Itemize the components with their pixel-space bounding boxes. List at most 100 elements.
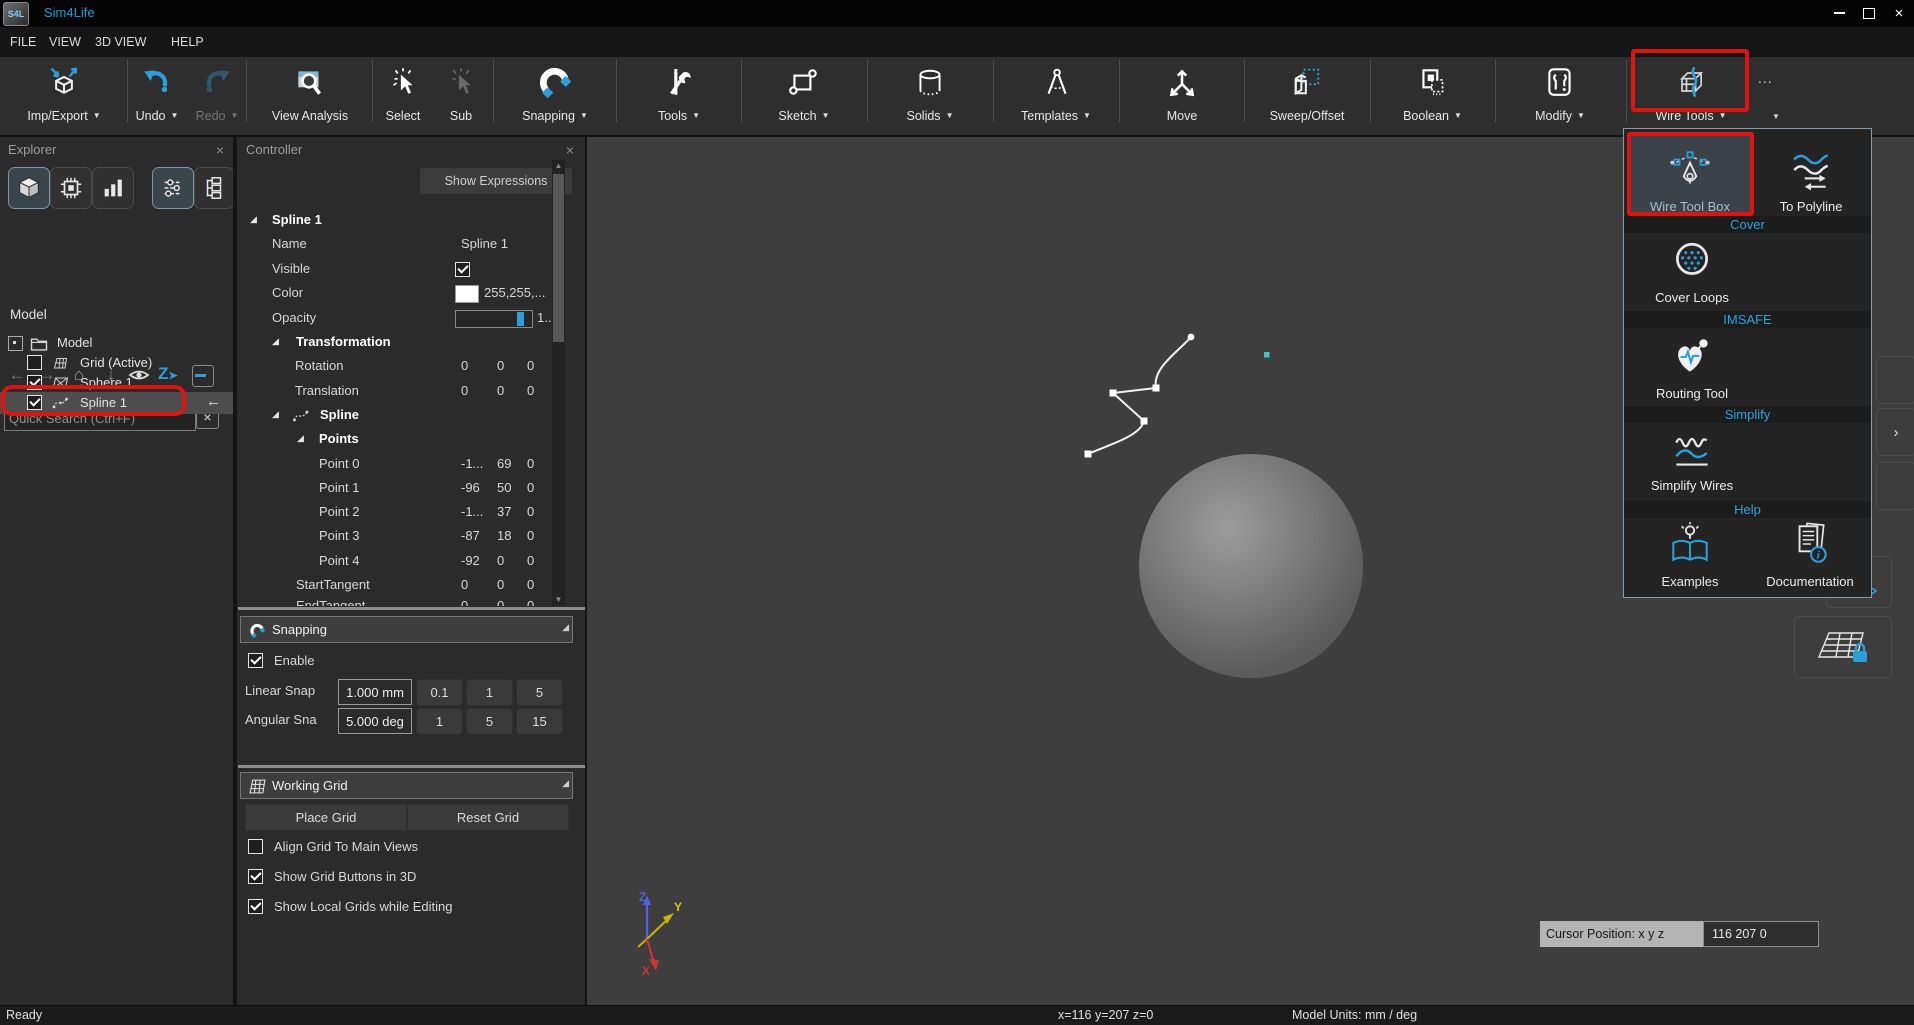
opacity-slider-handle[interactable]: [517, 312, 524, 326]
close-button[interactable]: ×: [1884, 0, 1914, 26]
menu-item-cover-loops[interactable]: Cover Loops: [1630, 229, 1754, 305]
color-swatch[interactable]: [455, 285, 479, 303]
toolbar-solids[interactable]: Solids▼: [868, 58, 992, 132]
angular-snap-input[interactable]: [338, 708, 412, 734]
menu-3d-view[interactable]: 3D VIEW: [95, 27, 146, 57]
toolbar-sketch[interactable]: Sketch▼: [742, 58, 866, 132]
toolbar-overflow-caret-icon[interactable]: ▼: [1772, 112, 1780, 121]
show-grid-buttons-checkbox[interactable]: [248, 869, 263, 884]
property-row-opacity[interactable]: Opacity 1..: [238, 310, 585, 331]
explorer-tab-simulation[interactable]: [50, 167, 92, 209]
property-row-spline1[interactable]: ◢ Spline 1: [238, 212, 585, 233]
toolbar-modify[interactable]: Modify▼: [1496, 58, 1624, 132]
angular-preset-15[interactable]: 15: [516, 708, 563, 735]
tree-row-model[interactable]: Model: [0, 333, 233, 353]
horizontal-splitter[interactable]: [238, 765, 585, 768]
toolbar-tools[interactable]: Tools▼: [618, 58, 740, 132]
scrollbar-thumb[interactable]: [553, 174, 564, 342]
opacity-slider[interactable]: [455, 310, 533, 328]
property-row-points-group[interactable]: ◢ Points: [238, 431, 585, 452]
property-row-color[interactable]: Color 255,255,...: [238, 285, 585, 306]
side-tool-button[interactable]: ›: [1876, 408, 1914, 456]
menu-item-to-polyline[interactable]: To Polyline: [1756, 136, 1866, 214]
menu-item-routing-tool[interactable]: Routing Tool: [1630, 325, 1754, 401]
tree-row-grid[interactable]: Grid (Active): [0, 353, 233, 373]
menu-item-examples[interactable]: Examples: [1630, 517, 1750, 589]
expand-triangle-icon[interactable]: ◢: [250, 214, 257, 225]
explorer-close-icon[interactable]: ×: [211, 141, 229, 159]
angular-snap-label: Angular Sna: [245, 712, 317, 727]
snapping-enable-checkbox[interactable]: [248, 653, 263, 668]
scroll-to-item-arrow-icon[interactable]: ←: [206, 393, 221, 410]
angular-preset-5[interactable]: 5: [466, 708, 513, 735]
property-row-starttangent[interactable]: StartTangent 0 0 0: [238, 577, 585, 598]
linear-preset-5[interactable]: 5: [516, 679, 563, 706]
explorer-hierarchy-button[interactable]: [194, 167, 234, 209]
menu-item-simplify-wires[interactable]: Simplify Wires: [1630, 421, 1754, 493]
scroll-up-icon[interactable]: ▲: [552, 160, 565, 172]
expand-triangle-icon[interactable]: ◢: [272, 336, 279, 347]
spline-object[interactable]: [1050, 320, 1310, 480]
menu-file[interactable]: FILE: [10, 27, 36, 57]
property-row-translation[interactable]: Translation 0 0 0: [238, 383, 585, 404]
menu-item-documentation[interactable]: i Documentation: [1754, 517, 1866, 589]
show-local-grids-checkbox[interactable]: [248, 899, 263, 914]
reset-grid-button[interactable]: Reset Grid: [407, 804, 569, 831]
toolbar-redo[interactable]: Redo▼: [188, 58, 246, 132]
align-grid-checkbox[interactable]: [248, 839, 263, 854]
expand-triangle-icon[interactable]: ◢: [297, 433, 304, 444]
toolbar-overflow-button[interactable]: ...: [1758, 70, 1773, 86]
scroll-down-icon[interactable]: ▼: [552, 594, 565, 606]
grid-visibility-checkbox[interactable]: [27, 355, 42, 370]
working-grid-section-header[interactable]: Working Grid ◢: [240, 772, 573, 799]
property-scrollbar[interactable]: ▲ ▼: [552, 160, 565, 606]
toolbar-templates[interactable]: Templates▼: [994, 58, 1118, 132]
visible-checkbox[interactable]: [455, 262, 470, 277]
linear-preset-0.1[interactable]: 0.1: [416, 679, 463, 706]
place-grid-button[interactable]: Place Grid: [245, 804, 407, 831]
angular-preset-1[interactable]: 1: [416, 708, 463, 735]
property-row-spline-group[interactable]: ◢ Spline: [238, 407, 585, 428]
side-tool-button[interactable]: [1876, 356, 1914, 404]
property-row-point3[interactable]: Point 3 -87 18 0: [238, 528, 585, 549]
grid-lock-button[interactable]: [1794, 616, 1892, 678]
maximize-button[interactable]: [1854, 0, 1884, 26]
toolbar-sweep-offset[interactable]: Sweep/Offset: [1245, 58, 1369, 132]
controller-close-icon[interactable]: ×: [561, 141, 579, 159]
property-row-transformation[interactable]: ◢ Transformation: [238, 334, 585, 355]
side-tool-button[interactable]: [1876, 462, 1914, 510]
menu-view[interactable]: VIEW: [49, 27, 81, 57]
app-logo-icon: S4L: [3, 2, 29, 26]
linear-snap-input[interactable]: [338, 679, 412, 705]
expand-triangle-icon[interactable]: ◢: [272, 409, 279, 420]
expand-toggle-icon[interactable]: [8, 336, 23, 351]
toolbar-boolean[interactable]: Boolean▼: [1371, 58, 1494, 132]
property-grid: ◢ Spline 1 Name Spline 1 Visible Color 2…: [238, 160, 585, 606]
property-row-endtangent[interactable]: EndTangent 0 0 0: [238, 598, 585, 606]
property-row-point4[interactable]: Point 4 -92 0 0: [238, 553, 585, 574]
toolbar-view-analysis[interactable]: View Analysis: [248, 58, 372, 132]
toolbar-imp-export[interactable]: Imp/Export▼: [4, 58, 124, 132]
property-row-point1[interactable]: Point 1 -96 50 0: [238, 480, 585, 501]
property-row-point0[interactable]: Point 0 -1... 69 0: [238, 456, 585, 477]
horizontal-splitter[interactable]: [238, 607, 585, 610]
toolbar-divider: [616, 60, 617, 122]
title-bar: S4L Sim4Life ×: [0, 0, 1914, 27]
explorer-tab-model[interactable]: [8, 167, 50, 209]
linear-preset-1[interactable]: 1: [466, 679, 513, 706]
explorer-filter-button[interactable]: [152, 167, 194, 209]
toolbar-select[interactable]: Select: [374, 58, 432, 132]
toolbar-sub-select[interactable]: Sub: [432, 58, 490, 132]
snapping-section-header[interactable]: Snapping ◢: [240, 616, 573, 643]
property-row-visible[interactable]: Visible: [238, 261, 585, 282]
property-row-name[interactable]: Name Spline 1: [238, 236, 585, 257]
property-row-rotation[interactable]: Rotation 0 0 0: [238, 358, 585, 379]
toolbar-undo[interactable]: Undo▼: [126, 58, 188, 132]
toolbar-snapping[interactable]: Snapping▼: [494, 58, 616, 132]
explorer-tab-analysis[interactable]: [92, 167, 134, 209]
toolbar-move[interactable]: Move: [1120, 58, 1244, 132]
sphere-object[interactable]: [1139, 454, 1363, 678]
menu-help[interactable]: HELP: [171, 27, 204, 57]
property-row-point2[interactable]: Point 2 -1... 37 0: [238, 504, 585, 525]
minimize-button[interactable]: [1824, 0, 1854, 26]
